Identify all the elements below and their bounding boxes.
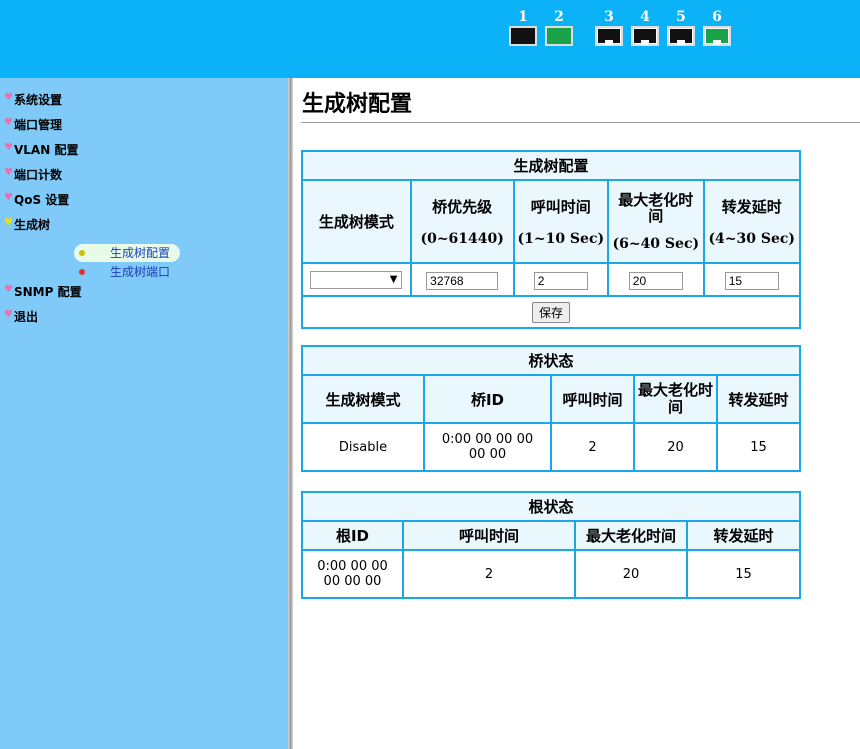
rj45-port-icon: [595, 26, 623, 46]
forward-delay-input[interactable]: [724, 271, 779, 290]
hello-cell: [512, 262, 610, 297]
rj45-port-icon: [667, 26, 695, 46]
heart-icon: ♥: [4, 309, 13, 320]
root-maxage-value: 20: [574, 549, 688, 599]
bridge-hello-value: 2: [550, 422, 635, 472]
priority-cell: [409, 262, 515, 297]
column-header: 最大老化时间: [574, 520, 688, 551]
sidebar-item-label: 端口计数: [14, 168, 63, 182]
max-age-input[interactable]: [628, 271, 683, 290]
page-title: 生成树配置: [302, 91, 413, 117]
column-header: 最大老化时间: [633, 374, 718, 424]
heart-icon: ♥: [4, 117, 13, 128]
heart-icon: ♥: [4, 192, 13, 203]
sidebar-nav: ♥系统设置 ♥端口管理 ♥VLAN 配置 ♥端口计数 ♥QoS 设置 ♥生成树 …: [0, 78, 288, 749]
table-caption: 生成树配置: [301, 150, 801, 181]
heart-icon: ♥: [4, 92, 13, 103]
root-id-value: 0:00 00 00 00 00 00: [301, 549, 404, 599]
sidebar-item-snmp[interactable]: ♥SNMP 配置: [4, 284, 82, 300]
column-header: 呼叫时间: [402, 520, 576, 551]
sidebar-item-label: 端口管理: [14, 118, 63, 132]
table-row: 0:00 00 00 00 00 00 2 20 15: [301, 549, 801, 599]
bridge-maxage-value: 20: [633, 422, 718, 472]
heart-icon: ♥: [4, 167, 13, 178]
port-5[interactable]: 5: [665, 10, 697, 46]
bullet-icon: [79, 269, 85, 275]
sidebar-item-label: SNMP 配置: [14, 285, 82, 299]
sidebar-item-vlan[interactable]: ♥VLAN 配置: [4, 142, 78, 158]
heart-icon: ♥: [4, 142, 13, 153]
sidebar-item-qos[interactable]: ♥QoS 设置: [4, 192, 69, 208]
root-hello-value: 2: [402, 549, 576, 599]
sidebar-item-system[interactable]: ♥系统设置: [4, 92, 62, 108]
bridge-priority-input[interactable]: [426, 271, 499, 290]
submenu-label: 生成树端口: [110, 265, 171, 279]
rj45-port-icon: [631, 26, 659, 46]
sidebar-item-label: 系统设置: [14, 93, 63, 107]
port-2[interactable]: 2: [543, 10, 575, 46]
port-number: 6: [712, 9, 722, 25]
submenu-stp-config[interactable]: 生成树配置: [74, 244, 180, 262]
column-header: 转发延时 (4~30 Sec): [702, 179, 802, 264]
dropdown-arrow-icon: ▼: [389, 273, 398, 285]
port-green-icon: [545, 26, 573, 46]
bridge-status-table: 桥状态 生成树模式 桥ID 呼叫时间 最大老化时间 转发延时 Disable 0…: [301, 345, 801, 472]
column-header: 桥ID: [423, 374, 552, 424]
bridge-mode-value: Disable: [301, 422, 425, 472]
sidebar-item-label: 退出: [14, 310, 39, 324]
hello-time-input[interactable]: [533, 271, 588, 290]
fwd-cell: [702, 262, 802, 297]
port-4[interactable]: 4: [629, 10, 661, 46]
top-banner: 1 2 3 4 5 6: [0, 0, 860, 78]
column-header: 最大老化时间 (6~40 Sec): [607, 179, 705, 264]
bullet-icon: [79, 250, 85, 256]
mode-cell: ▼: [301, 262, 412, 297]
column-header: 呼叫时间 (1~10 Sec): [512, 179, 610, 264]
root-status-table: 根状态 根ID 呼叫时间 最大老化时间 转发延时 0:00 00 00 00 0…: [301, 491, 801, 599]
maxage-cell: [607, 262, 705, 297]
table-caption: 桥状态: [301, 345, 801, 376]
port-6[interactable]: 6: [701, 10, 733, 46]
heart-icon: ♥: [4, 217, 13, 228]
root-fwd-value: 15: [686, 549, 801, 599]
table-row: Disable 0:00 00 00 00 00 00 2 20 15: [301, 422, 801, 472]
port-number: 5: [676, 9, 686, 25]
table-caption: 根状态: [301, 491, 801, 522]
title-divider: [301, 122, 860, 123]
sidebar-item-spanning-tree[interactable]: ♥生成树: [4, 217, 50, 233]
bridge-id-value: 0:00 00 00 00 00 00: [423, 422, 552, 472]
column-header: 桥优先级 (0~61440): [409, 179, 515, 264]
main-content: 生成树配置 生成树配置 生成树模式 桥优先级 (0~61440) 呼叫时间 (1…: [293, 78, 860, 749]
port-number: 1: [518, 9, 528, 25]
stp-mode-select[interactable]: ▼: [310, 270, 403, 289]
submenu-stp-port[interactable]: 生成树端口: [74, 263, 180, 281]
submenu-label: 生成树配置: [110, 246, 171, 260]
port-number: 4: [640, 9, 650, 25]
sidebar-item-label: QoS 设置: [14, 193, 70, 207]
column-header: 根ID: [301, 520, 404, 551]
column-header: 生成树模式: [301, 374, 425, 424]
port-number: 2: [554, 9, 564, 25]
rj45-port-green-icon: [703, 26, 731, 46]
sidebar-item-port-management[interactable]: ♥端口管理: [4, 117, 62, 133]
sidebar-item-label: VLAN 配置: [14, 143, 79, 157]
port-1[interactable]: 1: [507, 10, 539, 46]
sidebar-item-port-counters[interactable]: ♥端口计数: [4, 167, 62, 183]
port-black-icon: [509, 26, 537, 46]
column-header: 呼叫时间: [550, 374, 635, 424]
save-button[interactable]: 保存: [531, 301, 570, 323]
column-header: 生成树模式: [301, 179, 412, 264]
column-header: 转发延时: [686, 520, 801, 551]
sidebar-item-logout[interactable]: ♥退出: [4, 309, 38, 325]
save-row: 保存: [301, 295, 801, 329]
bridge-fwd-value: 15: [716, 422, 801, 472]
sidebar-item-label: 生成树: [14, 218, 51, 232]
port-3[interactable]: 3: [593, 10, 625, 46]
port-number: 3: [604, 9, 614, 25]
stp-config-table: 生成树配置 生成树模式 桥优先级 (0~61440) 呼叫时间 (1~10 Se…: [301, 150, 802, 329]
heart-icon: ♥: [4, 284, 13, 295]
column-header: 转发延时: [716, 374, 801, 424]
